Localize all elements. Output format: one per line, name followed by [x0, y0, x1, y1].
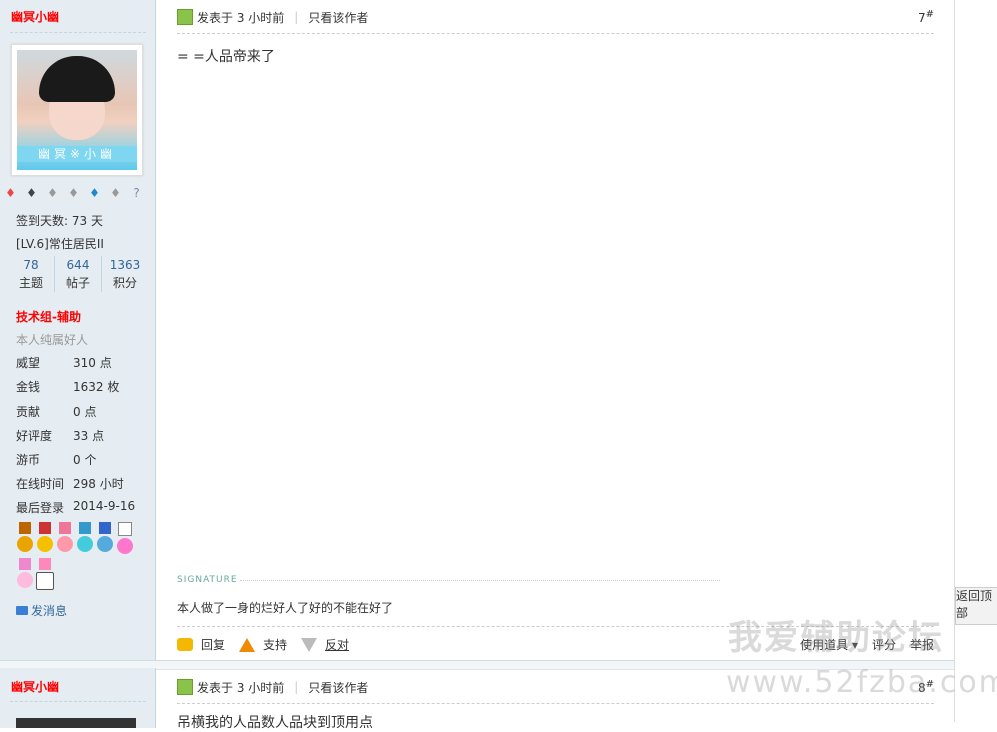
author-sidebar: 幽冥小幽: [0, 668, 156, 728]
post-content: = =人品帝来了: [177, 49, 275, 65]
divider: [10, 701, 146, 702]
avatar[interactable]: [16, 718, 136, 728]
author-name[interactable]: 幽冥小幽: [11, 8, 59, 25]
author-sidebar: 幽冥小幽 幽冥※小幽 ♦ ♦ ♦ ♦ ♦ ♦ ? 签到天数: 73 天 [LV.…: [0, 0, 156, 660]
floor-number[interactable]: 7#: [918, 9, 934, 25]
medal-icon[interactable]: [116, 522, 134, 556]
gray-gem-icon: ♦: [47, 186, 58, 200]
divider: [177, 703, 934, 704]
user-group[interactable]: 技术组-辅助: [16, 308, 81, 325]
avatar[interactable]: 幽冥※小幽: [11, 44, 143, 176]
gray-gem-icon: ♦: [68, 186, 79, 200]
reply-button[interactable]: 回复: [177, 636, 225, 653]
avatar-caption: 幽冥※小幽: [17, 146, 137, 162]
gray-gem-icon: ♦: [110, 186, 121, 200]
stat-row: 在线时间 298 小时: [16, 477, 124, 491]
book-medal-icon[interactable]: [36, 558, 54, 592]
reply-icon: [177, 638, 193, 651]
watermark-url: www.52fzba.com: [726, 665, 997, 700]
oppose-button[interactable]: 反对: [301, 636, 349, 653]
send-message-link[interactable]: 发消息: [16, 602, 67, 619]
support-button[interactable]: 支持: [239, 636, 287, 653]
only-author-link[interactable]: 只看该作者: [308, 679, 368, 696]
divider: [10, 32, 146, 33]
author-name[interactable]: 幽冥小幽: [11, 678, 59, 695]
stat-row: 威望 310 点: [16, 356, 112, 370]
divider: [240, 580, 720, 581]
count-posts[interactable]: 644 帖子: [54, 256, 101, 292]
thumb-down-icon: [301, 637, 318, 652]
medal-icon[interactable]: [36, 522, 54, 556]
post-header: 发表于 3 小时前 | 只看该作者 7#: [177, 6, 934, 28]
stat-row: 贡献 0 点: [16, 405, 97, 419]
signin-days: 签到天数: 73 天: [16, 214, 103, 228]
count-points[interactable]: 1363 积分: [101, 256, 148, 292]
divider: [177, 33, 934, 34]
heart-gem-icon: ♦: [5, 186, 16, 200]
signature-label: SIGNATURE: [177, 575, 238, 585]
user-description: 本人纯属好人: [16, 333, 89, 347]
blue-gem-icon: ♦: [89, 186, 100, 200]
rank-icons: ♦ ♦ ♦ ♦ ♦ ♦ ?: [2, 186, 145, 200]
user-level[interactable]: [LV.6]常住居民II: [16, 235, 104, 252]
medal-icon[interactable]: [76, 522, 94, 556]
user-counts: 78 主题 644 帖子 1363 积分: [8, 256, 148, 292]
medal-icon[interactable]: [16, 558, 34, 592]
dark-gem-icon: ♦: [26, 186, 37, 200]
only-author-link[interactable]: 只看该作者: [308, 9, 368, 26]
help-icon[interactable]: ?: [128, 186, 145, 200]
stat-row: 最后登录 2014-9-16: [16, 499, 136, 515]
post-time: 发表于 3 小时前: [197, 680, 285, 695]
stat-row: 金钱 1632 枚: [16, 380, 120, 394]
stat-row: 游币 0 个: [16, 453, 97, 467]
signature-text: 本人做了一身的烂好人了好的不能在好了: [177, 601, 394, 615]
medal-icon[interactable]: [96, 522, 114, 556]
online-status-icon: [177, 679, 193, 695]
post-time: 发表于 3 小时前: [197, 10, 285, 25]
count-topics[interactable]: 78 主题: [8, 256, 54, 292]
medal-icon[interactable]: [16, 522, 34, 556]
watermark-text: 我爱辅助论坛: [728, 618, 944, 658]
post-content: 吊横我的人品数人品块到顶用点: [177, 715, 373, 731]
stat-row: 好评度 33 点: [16, 429, 105, 443]
back-to-top-button[interactable]: 返回顶部: [955, 587, 997, 625]
thumb-up-icon: [239, 637, 256, 652]
medal-icon[interactable]: [56, 522, 74, 556]
online-status-icon: [177, 9, 193, 25]
avatar-image: 幽冥※小幽: [17, 50, 137, 170]
envelope-icon: [16, 606, 28, 615]
medals: [16, 522, 140, 592]
